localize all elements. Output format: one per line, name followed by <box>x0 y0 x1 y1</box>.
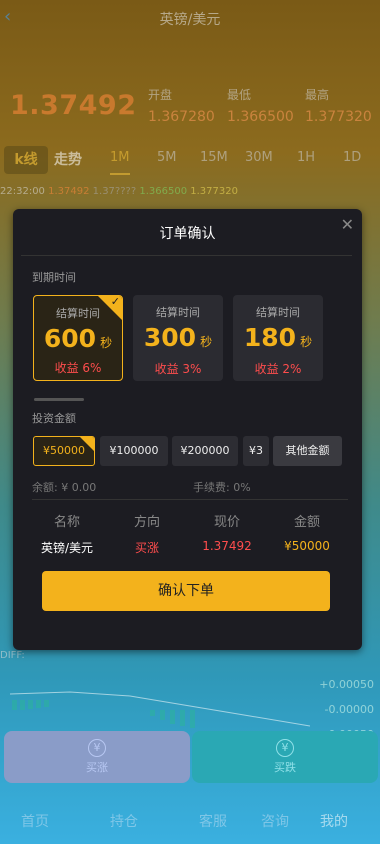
balance-value: ¥ 0.00 <box>61 481 97 494</box>
scroll-indicator <box>34 398 84 401</box>
invest-label: 投资金额 <box>32 412 76 425</box>
tab-period-1h[interactable]: 1H <box>297 150 315 165</box>
other-amount-button[interactable]: 其他金额 <box>273 436 342 466</box>
amount-option-100000[interactable]: ¥100000 <box>100 436 168 466</box>
stat-label: 最低 <box>227 88 252 102</box>
time-option-180[interactable]: 结算时间 180 秒 收益 2% <box>233 295 323 381</box>
divider <box>32 499 348 500</box>
ohlc-value: 1.37???? <box>92 186 137 197</box>
time-option-300[interactable]: 结算时间 300 秒 收益 3% <box>133 295 223 381</box>
tab-period-1d[interactable]: 1D <box>343 150 361 165</box>
tab-period-15m[interactable]: 15M <box>200 150 228 165</box>
confirm-order-button[interactable]: 确认下单 <box>42 571 330 611</box>
amount-option-50000[interactable]: ¥50000 <box>33 436 95 466</box>
stat-open: 开盘 1.367280 <box>148 86 215 125</box>
time-option-label: 结算时间 <box>256 306 300 319</box>
macd-histogram <box>10 691 310 728</box>
divider <box>21 255 352 256</box>
close-icon[interactable]: ✕ <box>341 215 354 234</box>
seconds-unit: 秒 <box>200 335 213 349</box>
tab-period-30m[interactable]: 30M <box>245 150 273 165</box>
selected-corner <box>80 437 94 451</box>
buy-down-button[interactable]: ¥ 买跌 <box>192 731 378 783</box>
ohlc-value: 1.37492 <box>48 186 90 197</box>
tab-period-5m[interactable]: 5M <box>157 150 177 165</box>
balance: 余额: ¥ 0.00 <box>32 479 96 495</box>
fee-label: 手续费: <box>193 481 230 494</box>
expiry-label: 到期时间 <box>32 271 76 284</box>
col-price: 现价 <box>213 515 240 530</box>
buy-up-button[interactable]: ¥ 买涨 <box>4 731 190 783</box>
ohlc-value: 1.377320 <box>190 186 238 197</box>
time-option-600[interactable]: ✓ 结算时间 600 秒 收益 6% <box>33 295 123 381</box>
diff-label: DIFF: <box>0 650 25 661</box>
yield-value: 收益 6% <box>54 361 102 375</box>
amount-option-partial[interactable]: ¥3 <box>243 436 269 466</box>
order-price: 1.37492 <box>202 539 252 553</box>
tab-trend[interactable]: 走势 <box>54 146 82 174</box>
page-title: 英镑/美元 <box>159 12 221 28</box>
quote-summary: 1.37492 开盘 1.367280 最低 1.366500 最高 1.377… <box>10 86 380 130</box>
macd-axis-top: +0.00050 <box>319 678 374 691</box>
order-direction: 买涨 <box>134 541 159 555</box>
tab-period-1m[interactable]: 1M <box>110 150 130 175</box>
yield-value: 收益 2% <box>254 362 302 376</box>
stat-value: 1.377320 <box>305 109 372 125</box>
time-option-label: 结算时间 <box>156 306 200 319</box>
order-amount: ¥50000 <box>284 539 330 553</box>
ohlc-line: 22:32:00 1.37492 1.37???? 1.366500 1.377… <box>0 186 238 197</box>
top-bar: ‹ 英镑/美元 <box>0 0 380 38</box>
ohlc-value: 1.366500 <box>139 186 188 197</box>
nav-positions[interactable]: 持仓 <box>110 811 138 831</box>
buy-up-label: 买涨 <box>86 761 108 774</box>
tab-kline[interactable]: k线 <box>4 146 48 174</box>
yen-coin-icon: ¥ <box>88 739 106 757</box>
macd-axis-mid: -0.00000 <box>324 703 374 716</box>
seconds-unit: 秒 <box>300 335 313 349</box>
seconds-value: 300 <box>143 323 197 352</box>
stat-label: 最高 <box>305 88 330 102</box>
nav-home[interactable]: 首页 <box>21 811 49 831</box>
balance-label: 余额: <box>32 481 58 494</box>
time-option-seconds: 600 秒 <box>34 324 122 353</box>
stat-low: 最低 1.366500 <box>227 86 294 125</box>
time-option-seconds: 300 秒 <box>133 323 223 352</box>
seconds-value: 600 <box>43 324 97 353</box>
back-chevron-icon[interactable]: ‹ <box>4 6 11 27</box>
ohlc-time: 22:32:00 <box>0 186 45 197</box>
amount-label: ¥200000 <box>180 444 230 457</box>
trade-buttons: ¥ 买涨 ¥ 买跌 <box>4 731 378 783</box>
time-option-label: 结算时间 <box>56 307 100 320</box>
col-amount: 金额 <box>293 515 320 530</box>
col-direction: 方向 <box>133 515 160 530</box>
seconds-value: 180 <box>243 323 297 352</box>
chart-tabs: k线 走势 1M 5M 15M 30M 1H 1D <box>0 146 380 180</box>
stat-value: 1.366500 <box>227 109 294 125</box>
nav-mine[interactable]: 我的 <box>320 811 348 831</box>
current-price: 1.37492 <box>10 90 137 121</box>
bottom-nav: 首页 持仓 客服 咨询 我的 <box>0 796 380 844</box>
other-amount-label: 其他金额 <box>285 444 330 457</box>
yield-value: 收益 3% <box>154 362 202 376</box>
col-name: 名称 <box>53 515 80 530</box>
nav-service[interactable]: 客服 <box>199 811 227 831</box>
time-option-seconds: 180 秒 <box>233 323 323 352</box>
stat-label: 开盘 <box>148 88 173 102</box>
stat-value: 1.367280 <box>148 109 215 125</box>
order-confirm-modal: 订单确认 ✕ 到期时间 ✓ 结算时间 600 秒 收益 6% 结算时间 300 秒 … <box>13 209 362 650</box>
seconds-unit: 秒 <box>100 336 113 350</box>
buy-down-label: 买跌 <box>274 761 296 774</box>
yen-coin-icon: ¥ <box>276 739 294 757</box>
amount-label: ¥3 <box>249 444 263 457</box>
amount-label: ¥50000 <box>43 444 85 457</box>
amount-label: ¥100000 <box>109 444 159 457</box>
order-name: 英镑/美元 <box>40 541 94 555</box>
trade-page: ‹ 英镑/美元 1.37492 开盘 1.367280 最低 1.366500 … <box>0 0 380 844</box>
fee-value: 0% <box>233 481 251 494</box>
stat-high: 最高 1.377320 <box>305 86 372 125</box>
amount-option-200000[interactable]: ¥200000 <box>172 436 238 466</box>
nav-news[interactable]: 咨询 <box>261 811 289 831</box>
modal-title: 订单确认 <box>159 226 216 242</box>
fee: 手续费: 0% <box>193 479 251 495</box>
